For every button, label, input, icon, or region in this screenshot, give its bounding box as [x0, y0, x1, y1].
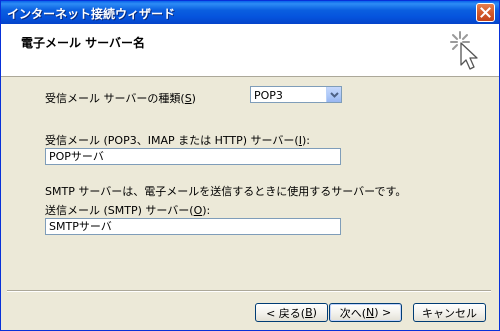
dropdown-arrow[interactable]	[326, 87, 341, 102]
chevron-down-icon	[329, 91, 339, 98]
server-type-select[interactable]: POP3	[250, 86, 342, 103]
smtp-description: SMTP サーバーは、電子メールを送信するときに使用するサーバーです。	[45, 185, 407, 198]
outgoing-server-input[interactable]: SMTPサーバ	[45, 218, 341, 235]
title-bar[interactable]: インターネット接続ウィザード	[1, 1, 499, 24]
wizard-header: 電子メール サーバー名	[1, 24, 499, 77]
back-button[interactable]: < 戻る(B)	[255, 303, 328, 322]
next-button[interactable]: 次へ(N) >	[329, 303, 402, 322]
cancel-button[interactable]: キャンセル	[413, 303, 486, 322]
wizard-sparkle-cursor-icon	[450, 31, 478, 70]
page-title: 電子メール サーバー名	[21, 36, 146, 50]
incoming-server-input[interactable]: POPサーバ	[45, 148, 341, 165]
server-type-value: POP3	[254, 89, 283, 102]
close-button[interactable]	[476, 3, 495, 22]
window-title: インターネット接続ウィザード	[7, 7, 176, 21]
wizard-window: インターネット接続ウィザード 電子メール サーバー名 受信メール サーバーの種類…	[0, 0, 500, 331]
close-icon	[480, 7, 491, 18]
incoming-server-label: 受信メール (POP3、IMAP または HTTP) サーバー(I):	[45, 134, 310, 147]
footer-divider	[7, 290, 491, 292]
server-type-label: 受信メール サーバーの種類(S)	[45, 92, 196, 105]
outgoing-server-label: 送信メール (SMTP) サーバー(O):	[45, 204, 211, 217]
